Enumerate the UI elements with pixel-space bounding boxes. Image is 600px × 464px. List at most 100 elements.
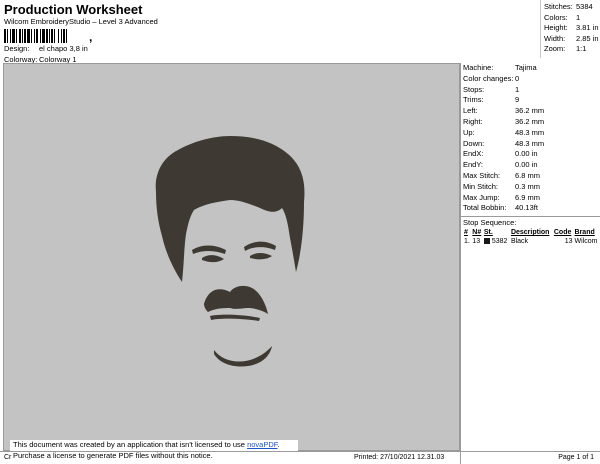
row-brand: Wilcom xyxy=(574,238,598,246)
prop-max-stitch: Max Stitch: 6.8 mm xyxy=(461,171,600,182)
design-label: Design: xyxy=(4,44,30,53)
col-brand: Brand xyxy=(574,229,595,237)
col-stitches: St. xyxy=(483,229,493,237)
barcode-bar xyxy=(66,29,67,43)
barcode-bar xyxy=(49,29,50,43)
prop-value: 48.3 mm xyxy=(515,138,545,148)
barcode-bar xyxy=(34,29,35,43)
design-value: el chapo 3,8 in xyxy=(39,44,88,53)
prop-label: Up: xyxy=(463,127,475,137)
row-description: Black xyxy=(510,238,529,246)
stat-stitches: Stitches: 5384 xyxy=(544,2,600,13)
embroidery-face-image xyxy=(155,136,305,367)
notice-period: . xyxy=(277,440,280,449)
printed-timestamp: Printed: 27/10/2021 12.31.03 xyxy=(354,454,445,461)
worksheet-header: Production Worksheet Wilcom EmbroiderySt… xyxy=(4,2,454,65)
prop-value: 9 xyxy=(515,95,520,105)
prop-value: 6.9 mm xyxy=(515,192,541,202)
prop-max-jump: Max Jump: 6.9 mm xyxy=(461,193,600,204)
prop-value: 36.2 mm xyxy=(515,116,545,126)
prop-value: 0.3 mm xyxy=(515,181,541,191)
stats-panel: Stitches: 5384 Colors: 1 Height: 3.81 in Wi… xyxy=(540,0,600,58)
prop-label: Right: xyxy=(463,116,483,126)
barcode-bar xyxy=(58,29,59,43)
prop-label: Total Bobbin: xyxy=(463,203,507,213)
barcode-bar xyxy=(51,29,53,43)
table-row: 1. 13 5382 Black 13 Wilcom xyxy=(463,237,600,246)
notice-line-1: This document was created by an applicat… xyxy=(13,440,295,451)
col-code: Code xyxy=(553,229,572,237)
barcode-bar xyxy=(16,29,17,43)
stop-sequence-title: Stop Sequence: xyxy=(463,218,517,228)
prop-up: Up: 48.3 mm xyxy=(461,128,600,139)
barcode-bar xyxy=(42,29,45,43)
prop-label: Color changes: xyxy=(463,73,514,83)
prop-value: 1 xyxy=(515,84,520,94)
barcode-bar xyxy=(63,29,65,43)
software-subtitle: Wilcom EmbroideryStudio – Level 3 Advanc… xyxy=(4,17,158,26)
prop-value: 0.00 in xyxy=(515,160,538,170)
prop-label: Down: xyxy=(463,138,485,148)
barcode-bar xyxy=(54,29,55,43)
prop-color-changes: Color changes: 0 xyxy=(461,74,600,85)
barcode-bar xyxy=(27,29,30,43)
mustache xyxy=(204,285,268,314)
properties-panel: Machine: Tajima Color changes: 0 Stops: 1 T… xyxy=(460,63,600,451)
barcode-bar xyxy=(12,29,15,43)
row-code: 13 xyxy=(564,238,573,246)
notice-text: This document was created by an applicat… xyxy=(13,440,248,449)
row-index: 1. xyxy=(464,238,470,246)
left-eye xyxy=(202,255,224,263)
stat-height: Height: 3.81 in xyxy=(544,23,600,34)
barcode-bar xyxy=(10,29,11,43)
barcode: , xyxy=(4,29,454,43)
prop-down: Down: 48.3 mm xyxy=(461,139,600,150)
stat-label: Colors: xyxy=(544,12,568,22)
stat-label: Zoom: xyxy=(544,44,566,53)
barcode-bar xyxy=(24,29,26,43)
prop-label: EndY: xyxy=(463,160,484,170)
prop-value: 48.3 mm xyxy=(515,127,545,137)
prop-label: Stops: xyxy=(463,84,485,94)
prop-stops: Stops: 1 xyxy=(461,85,600,96)
stat-label: Height: xyxy=(544,23,568,32)
prop-machine: Machine: Tajima xyxy=(461,63,600,74)
stat-label: Stitches: xyxy=(544,2,573,11)
barcode-bar xyxy=(46,29,48,43)
stop-sequence: Stop Sequence: # N# St. Description Code… xyxy=(461,216,600,246)
prop-right: Right: 36.2 mm xyxy=(461,117,600,128)
chin-line xyxy=(214,346,272,367)
prop-value: 0.00 in xyxy=(515,149,538,159)
barcode-bar xyxy=(40,29,41,43)
prop-min-stitch: Min Stitch: 0.3 mm xyxy=(461,182,600,193)
design-preview xyxy=(3,63,460,451)
stat-value: 1 xyxy=(576,12,581,22)
page-footer: Cr Printed: 27/10/2021 12.31.03 Page 1 o… xyxy=(0,451,600,464)
mouth xyxy=(210,314,260,321)
footer-divider xyxy=(460,452,461,464)
hair-shape xyxy=(155,136,305,282)
stat-value: 2.85 in xyxy=(576,33,599,43)
right-eye xyxy=(250,253,272,260)
row-stitches: 5382 xyxy=(491,238,508,246)
row-stitches-cell: 5382 xyxy=(483,237,510,246)
design-row: Design: el chapo 3,8 in xyxy=(4,43,454,54)
barcode-suffix: , xyxy=(89,30,93,44)
stat-label: Width: xyxy=(544,33,566,43)
prop-label: EndX: xyxy=(463,149,484,159)
prop-left: Left: 36.2 mm xyxy=(461,106,600,117)
barcode-bar xyxy=(19,29,21,43)
barcode-bar xyxy=(61,29,62,43)
prop-endy: EndY: 0.00 in xyxy=(461,160,600,171)
prop-value: 40.13ft xyxy=(515,203,538,213)
novapdf-link[interactable]: novaPDF xyxy=(247,440,277,449)
col-description: Description xyxy=(510,229,550,237)
prop-total-bobbin: Total Bobbin: 40.13ft xyxy=(461,203,600,214)
col-index: # xyxy=(464,229,468,237)
stat-zoom: Zoom: 1:1 xyxy=(544,44,600,55)
page-title: Production Worksheet xyxy=(4,2,143,17)
prop-label: Machine: xyxy=(463,63,494,72)
barcode-bar xyxy=(31,29,32,43)
right-eyebrow xyxy=(244,241,276,251)
prop-label: Trims: xyxy=(463,95,484,105)
